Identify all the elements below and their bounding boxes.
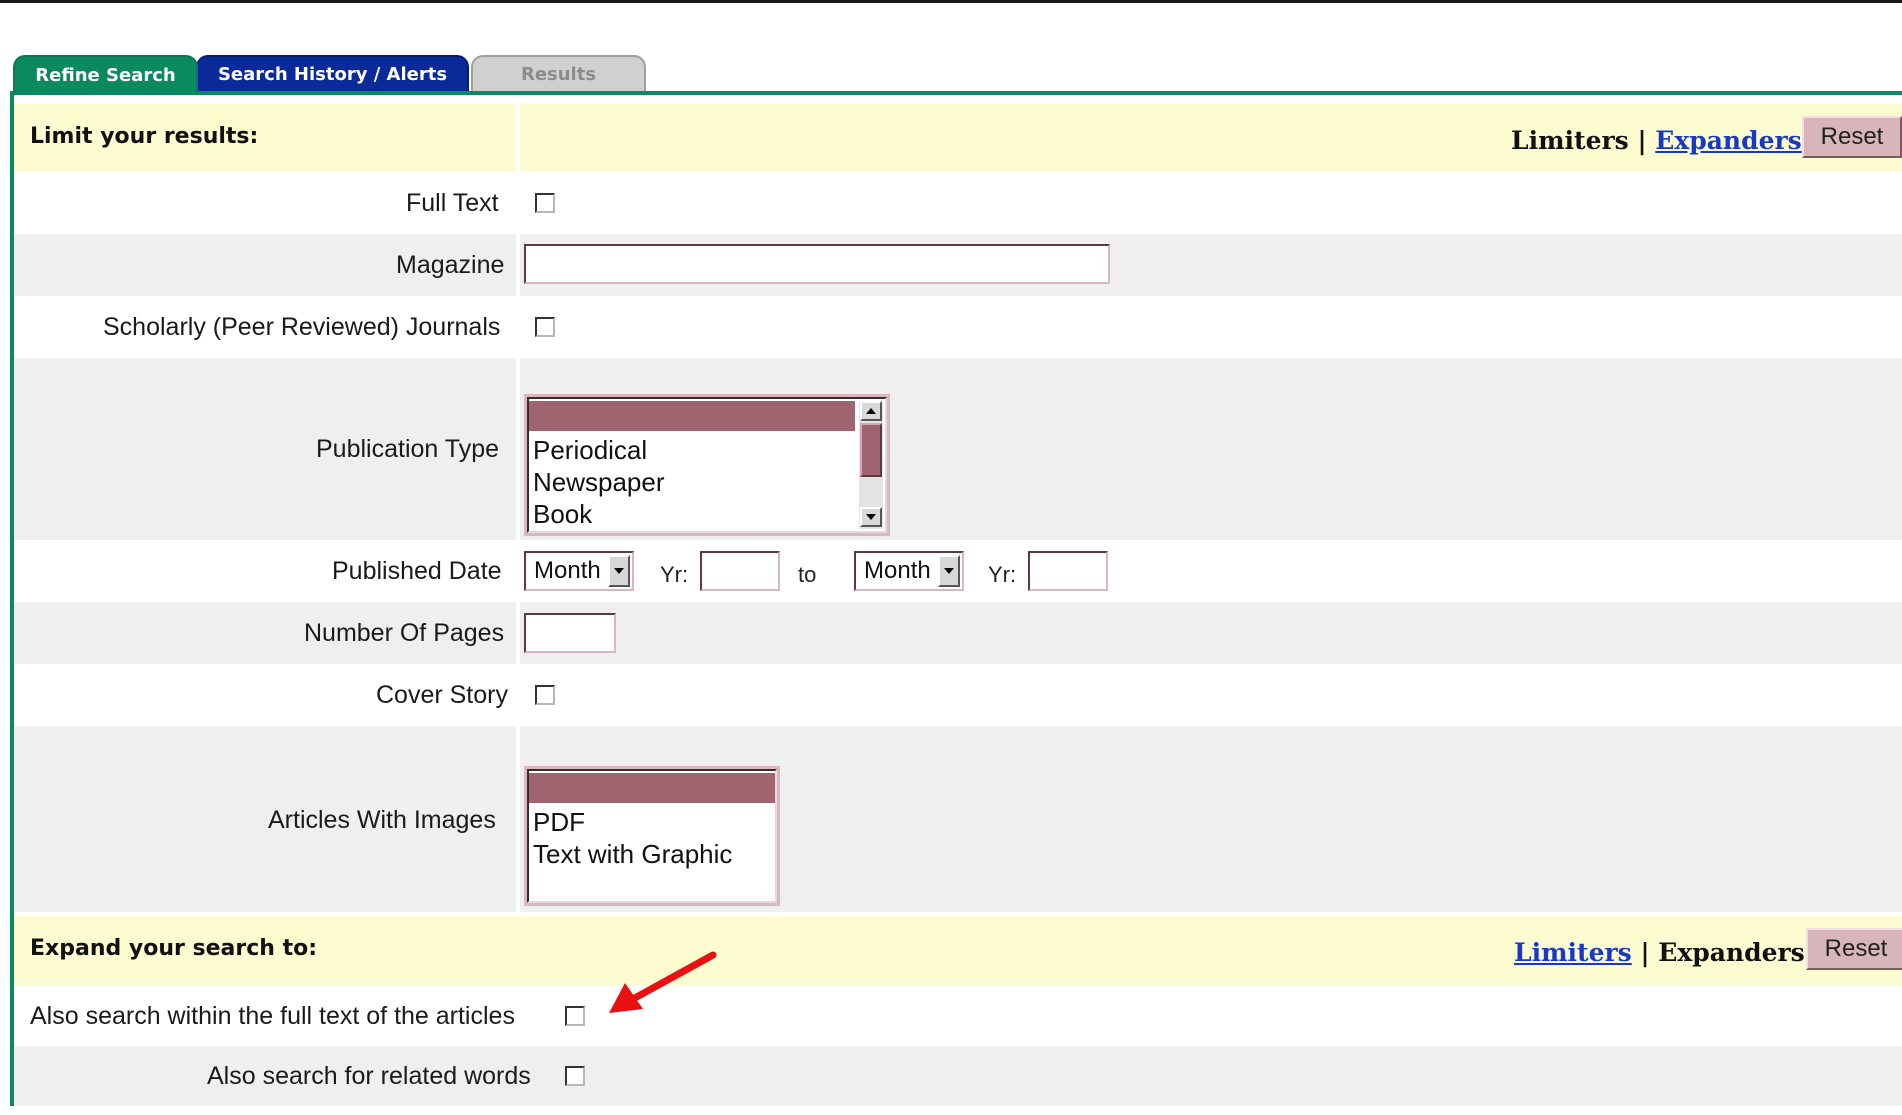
limiters-title: Limit your results:	[30, 124, 259, 149]
tab-search-history-alerts[interactable]: Search History / Alerts	[196, 55, 469, 91]
month-select-value: Month	[864, 557, 931, 584]
published-date-label: Published Date	[332, 557, 502, 585]
chevron-down-icon[interactable]	[608, 555, 630, 587]
articles-with-images-option[interactable]: PDF	[533, 807, 585, 838]
full-text-checkbox[interactable]	[535, 193, 555, 213]
published-date-from-year-input[interactable]	[700, 551, 780, 591]
scroll-down-icon[interactable]	[860, 507, 882, 527]
full-text-row: Full Text	[14, 172, 1902, 234]
expanders-reset-button[interactable]: Reset	[1806, 928, 1902, 970]
scroll-up-icon[interactable]	[860, 401, 882, 421]
expanders-nav: Limiters | Expanders	[1514, 938, 1805, 967]
limiters-link[interactable]: Limiters	[1514, 938, 1632, 967]
articles-with-images-listbox[interactable]: PDF Text with Graphic	[524, 766, 780, 906]
scholarly-row: Scholarly (Peer Reviewed) Journals	[14, 296, 1902, 358]
search-full-text-row: Also search within the full text of the …	[14, 986, 1902, 1046]
expanders-link[interactable]: Expanders	[1655, 126, 1801, 155]
number-of-pages-row: Number Of Pages	[14, 602, 1902, 664]
articles-with-images-option[interactable]: Text with Graphic	[533, 839, 732, 870]
publication-type-blank-option[interactable]	[529, 401, 855, 431]
published-date-from-month-select[interactable]: Month	[524, 551, 634, 591]
published-date-to-month-select[interactable]: Month	[854, 551, 964, 591]
scholarly-label: Scholarly (Peer Reviewed) Journals	[103, 313, 501, 341]
related-words-checkbox[interactable]	[565, 1066, 585, 1086]
magazine-input[interactable]	[524, 244, 1110, 284]
publication-type-scrollbar[interactable]	[859, 401, 883, 529]
annotation-arrow-icon	[609, 951, 717, 1013]
limiters-header: Limit your results: Limiters | Expanders…	[14, 104, 1902, 172]
articles-with-images-label: Articles With Images	[268, 806, 496, 834]
articles-with-images-row: Articles With Images PDF Text with Graph…	[14, 726, 1902, 912]
limiters-reset-button[interactable]: Reset	[1802, 116, 1902, 158]
to-label: to	[798, 562, 817, 587]
chevron-down-icon[interactable]	[938, 555, 960, 587]
expanders-title: Expand your search to:	[30, 936, 318, 961]
articles-with-images-blank-option[interactable]	[529, 773, 775, 803]
number-of-pages-input[interactable]	[524, 613, 616, 653]
search-full-text-label: Also search within the full text of the …	[30, 1002, 515, 1030]
limiters-current: Limiters	[1511, 126, 1629, 155]
publication-type-option[interactable]: Periodical	[533, 435, 647, 466]
related-words-row: Also search for related words	[14, 1046, 1902, 1106]
cover-story-row: Cover Story	[14, 664, 1902, 726]
scholarly-checkbox[interactable]	[535, 317, 555, 337]
top-rule	[0, 0, 1902, 3]
expanders-header: Expand your search to: Limiters | Expand…	[14, 916, 1902, 986]
cover-story-checkbox[interactable]	[535, 685, 555, 705]
publication-type-label: Publication Type	[316, 435, 499, 463]
expanders-current: Expanders	[1658, 938, 1805, 967]
publication-type-option[interactable]: Book	[533, 499, 592, 530]
tab-refine-search[interactable]: Refine Search	[13, 55, 198, 94]
related-words-label: Also search for related words	[207, 1062, 531, 1090]
magazine-label: Magazine	[396, 251, 505, 279]
full-text-label: Full Text	[406, 189, 499, 217]
publication-type-option[interactable]: Newspaper	[533, 467, 665, 498]
yr-label: Yr:	[660, 562, 689, 587]
tab-results[interactable]: Results	[471, 55, 646, 91]
magazine-row: Magazine	[14, 234, 1902, 296]
number-of-pages-label: Number Of Pages	[304, 619, 505, 647]
publication-type-row: Publication Type Periodical Newspaper Bo…	[14, 358, 1902, 540]
published-date-to-year-input[interactable]	[1028, 551, 1108, 591]
published-date-row: Published Date Month Yr: to Month Yr:	[14, 540, 1902, 602]
cover-story-label: Cover Story	[376, 681, 508, 709]
publication-type-listbox[interactable]: Periodical Newspaper Book	[524, 394, 890, 536]
scroll-thumb[interactable]	[860, 423, 882, 477]
yr-label: Yr:	[988, 562, 1017, 587]
search-full-text-checkbox[interactable]	[565, 1006, 585, 1026]
limiters-nav: Limiters | Expanders	[1511, 126, 1802, 155]
month-select-value: Month	[534, 557, 601, 584]
